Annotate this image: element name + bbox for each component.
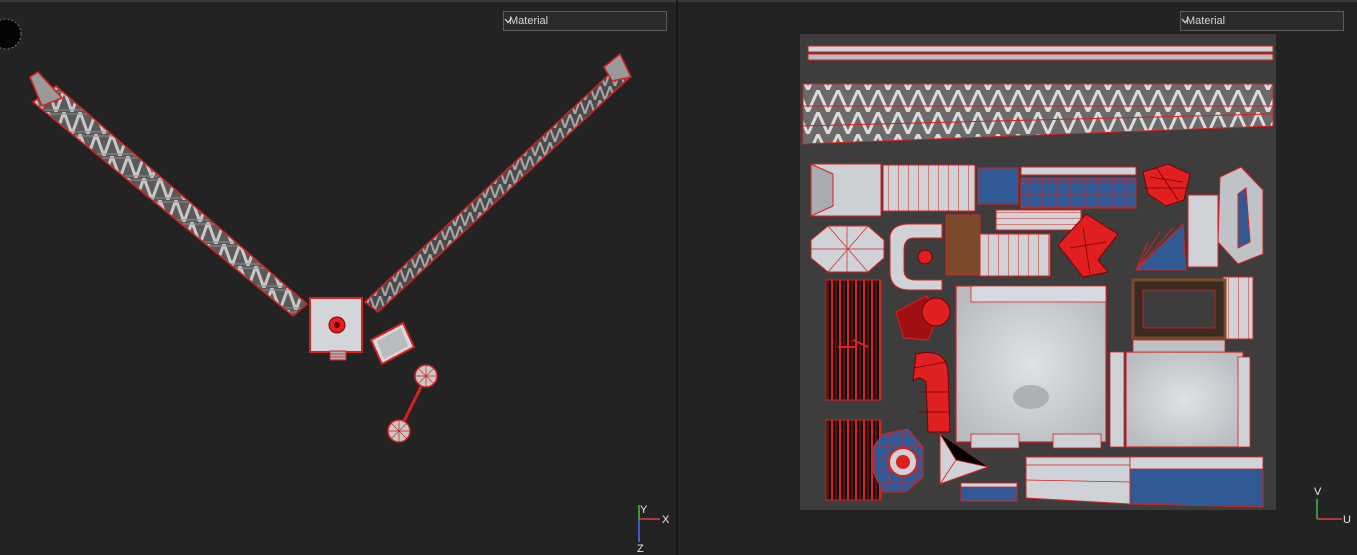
axis-label-z: Z bbox=[637, 543, 644, 555]
uv-view: V U bbox=[800, 34, 1351, 526]
axis-label-y: Y bbox=[640, 504, 648, 516]
shading-mode-dropdown[interactable]: Material bbox=[503, 11, 667, 31]
axis-label-x: X bbox=[662, 514, 670, 526]
chevron-down-icon bbox=[504, 18, 512, 24]
right-boom-mesh[interactable] bbox=[363, 52, 633, 313]
axis-gizmo-xyz: Y X Z bbox=[637, 504, 670, 555]
axis-label-v: V bbox=[1314, 486, 1322, 498]
hub-mesh[interactable] bbox=[309, 297, 363, 361]
gizmo-circle[interactable] bbox=[0, 18, 22, 50]
mesh-view: Y X Z bbox=[0, 18, 670, 555]
viewport-3d[interactable]: Y X Z Material bbox=[0, 2, 676, 555]
uv-shading-mode-dropdown[interactable]: Material bbox=[1180, 11, 1344, 31]
axis-gizmo-uv: V U bbox=[1314, 486, 1351, 526]
rod-mesh[interactable] bbox=[387, 364, 438, 443]
uv-shading-mode-label: Material bbox=[1186, 15, 1226, 27]
shading-mode-label: Material bbox=[509, 15, 549, 27]
axis-label-u: U bbox=[1343, 514, 1351, 526]
chevron-down-icon bbox=[1181, 18, 1189, 24]
left-boom-mesh[interactable] bbox=[29, 71, 309, 317]
viewport-uv[interactable]: V U Material bbox=[678, 2, 1357, 555]
